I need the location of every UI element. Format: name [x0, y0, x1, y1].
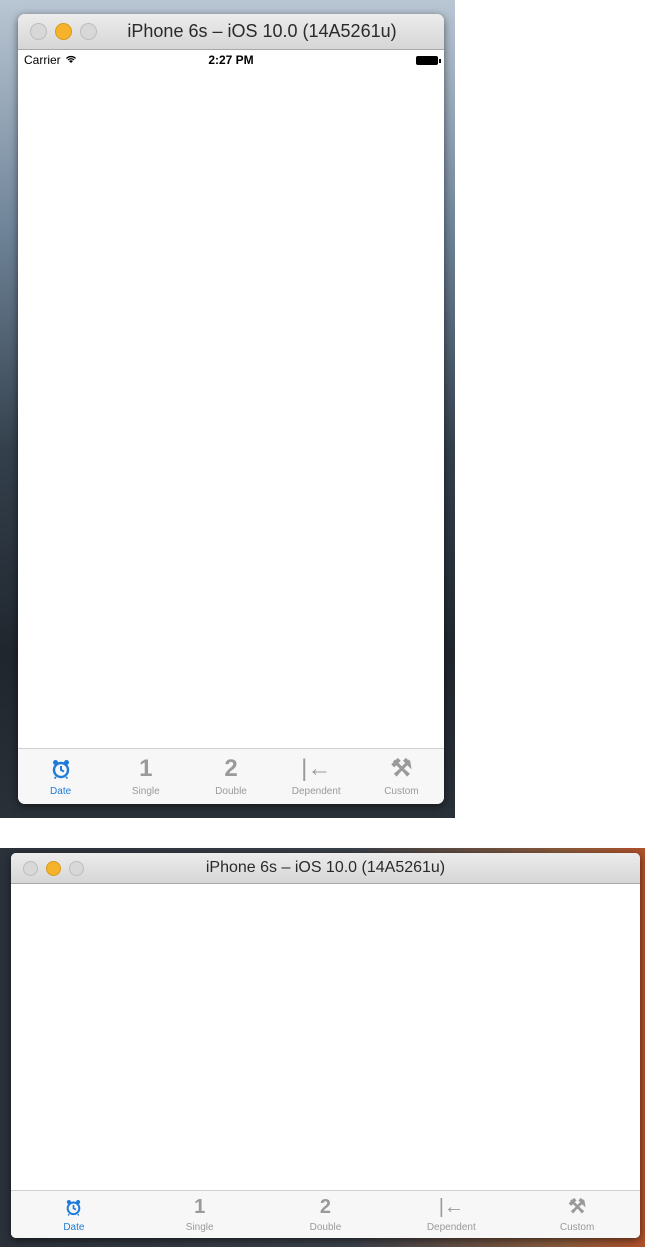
tab-date[interactable]: Date [18, 749, 103, 804]
tab-custom[interactable]: ⚒ Custom [514, 1191, 640, 1238]
alarm-clock-icon [66, 1196, 81, 1218]
tab-dependent[interactable]: |← Dependent [388, 1191, 514, 1238]
tab-custom[interactable]: ⚒ Custom [359, 749, 444, 804]
one-icon: 1 [139, 755, 153, 782]
tab-dependent[interactable]: |← Dependent [274, 749, 359, 804]
battery-icon [416, 55, 441, 65]
app-content-area [11, 884, 640, 1190]
tab-label: Double [309, 1222, 342, 1233]
traffic-lights [30, 23, 97, 40]
status-time: 2:27 PM [208, 53, 254, 67]
tab-single[interactable]: 1 Single [103, 749, 188, 804]
zoom-window-button[interactable] [69, 860, 84, 876]
tab-label: Date [50, 786, 72, 797]
one-icon: 1 [194, 1196, 206, 1218]
close-window-button[interactable] [30, 23, 47, 40]
tab-label: Custom [559, 1222, 595, 1233]
alarm-clock-icon [52, 756, 70, 782]
two-icon: 2 [319, 1196, 332, 1218]
app-content-area [18, 70, 444, 748]
window-title: iPhone 6s – iOS 10.0 (14A5261u) [205, 859, 446, 876]
tab-bar: Date 1 Single 2 Double |← Dependent ⚒ Cu… [18, 748, 444, 804]
ios-status-bar: Carrier 2:27 PM [18, 50, 444, 70]
tab-double[interactable]: 2 Double [188, 749, 273, 804]
tab-label: Dependent [291, 786, 341, 797]
tab-label: Dependent [426, 1222, 476, 1233]
window-titlebar[interactable]: iPhone 6s – iOS 10.0 (14A5261u) [11, 853, 640, 884]
window-titlebar[interactable]: iPhone 6s – iOS 10.0 (14A5261u) [18, 14, 444, 50]
tab-date[interactable]: Date [11, 1191, 137, 1238]
arrow-to-bar-icon: |← [301, 755, 332, 782]
arrow-to-bar-icon: |← [438, 1196, 464, 1218]
simulator-window-landscape: iPhone 6s – iOS 10.0 (14A5261u) Date 1 S… [11, 853, 640, 1238]
tab-bar: Date 1 Single 2 Double |← Dependent ⚒ Cu… [11, 1190, 640, 1238]
tab-single[interactable]: 1 Single [137, 1191, 263, 1238]
tab-label: Date [63, 1222, 85, 1233]
tools-icon: ⚒ [390, 755, 413, 782]
tab-double[interactable]: 2 Double [263, 1191, 389, 1238]
two-icon: 2 [224, 755, 238, 782]
close-window-button[interactable] [23, 860, 38, 876]
tools-icon: ⚒ [568, 1196, 587, 1218]
traffic-lights [23, 860, 84, 876]
tab-label: Custom [384, 786, 419, 797]
tab-label: Double [215, 786, 247, 797]
tab-label: Single [131, 786, 160, 797]
zoom-window-button[interactable] [80, 23, 97, 40]
tab-label: Single [185, 1222, 214, 1233]
minimize-window-button[interactable] [55, 23, 72, 40]
simulator-window-portrait: iPhone 6s – iOS 10.0 (14A5261u) Carrier … [18, 14, 444, 804]
minimize-window-button[interactable] [46, 860, 61, 876]
